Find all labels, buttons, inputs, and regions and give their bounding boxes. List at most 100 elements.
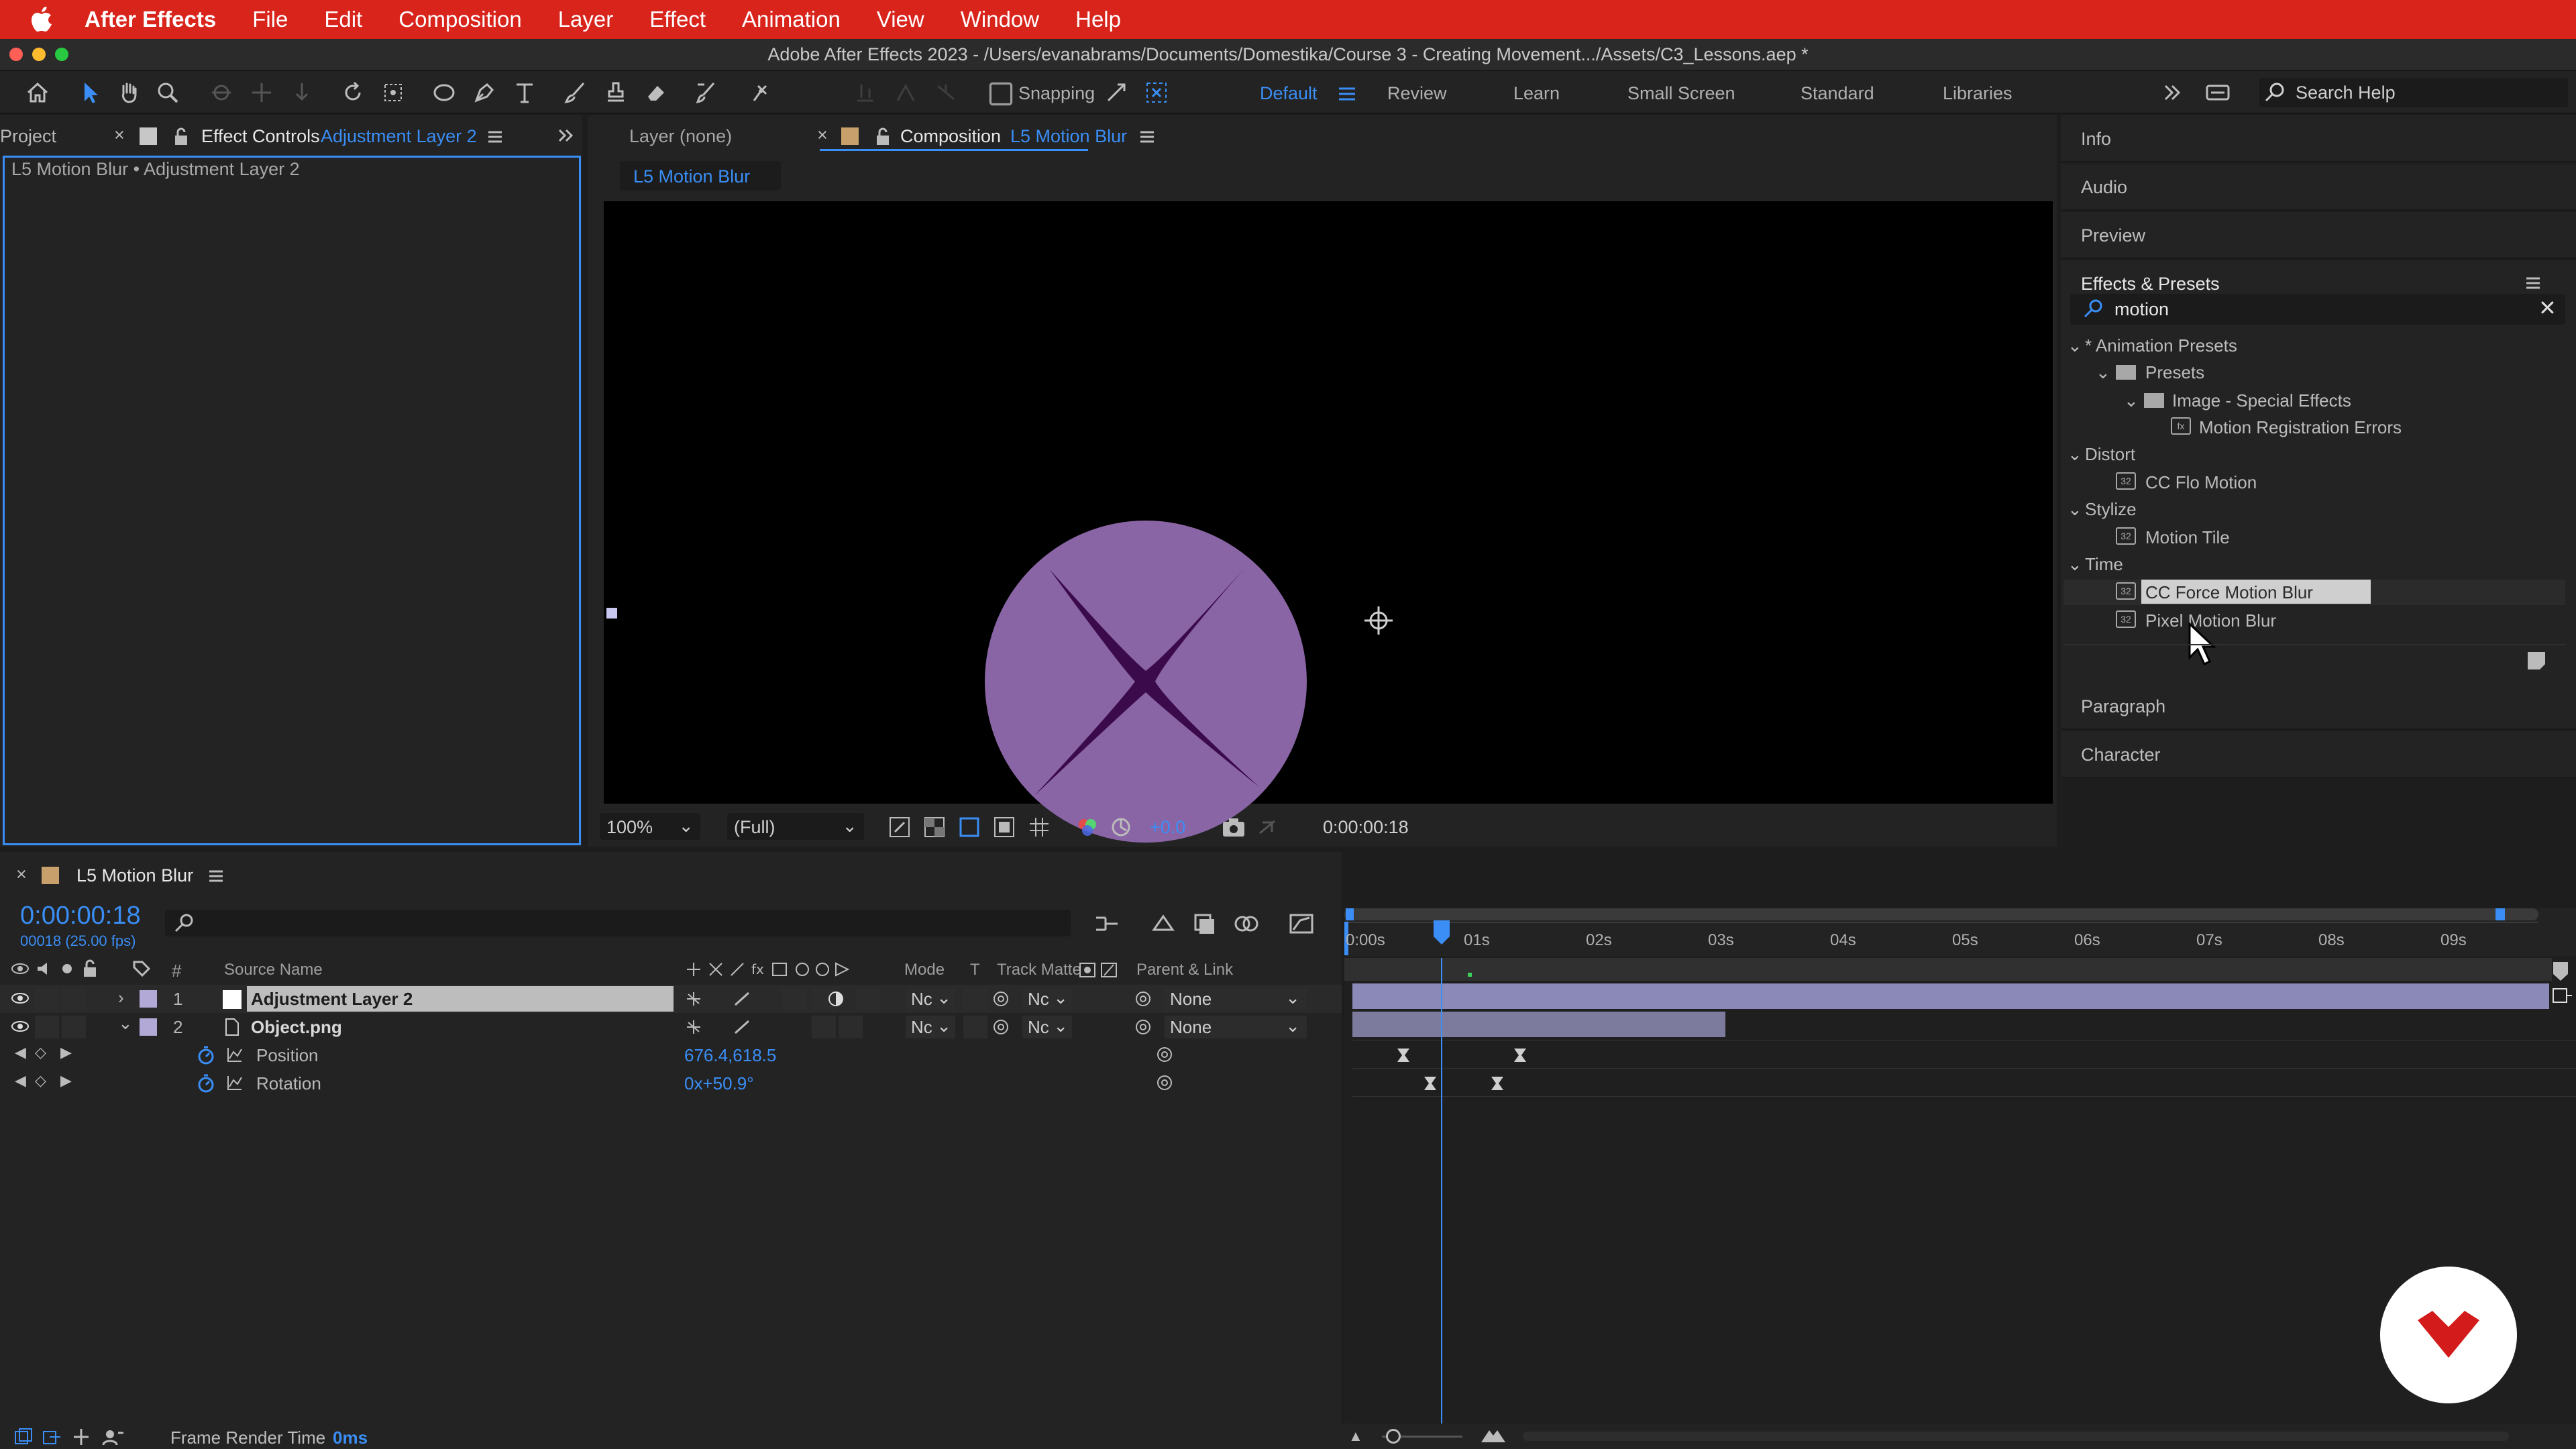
layer-bar-adjustment-layer-2[interactable] (1352, 983, 2549, 1009)
tree-stylize[interactable]: Stylize (2085, 499, 2137, 520)
dolly-camera-icon[interactable] (288, 79, 315, 106)
switch-cell[interactable] (782, 987, 806, 1010)
pan-camera-icon[interactable] (248, 79, 275, 106)
time-ruler[interactable]: 0:00s 01s 02s 03s 04s 05s 06s 07s 08s 09… (1344, 908, 2576, 957)
render-time-toggle-icon[interactable] (102, 1428, 125, 1449)
current-time-display[interactable]: 0:00:00:18 (1316, 813, 1424, 840)
timeline-graph-area[interactable] (1344, 958, 2576, 1424)
property-row-position[interactable]: ◀ ◇ ▶ Position 676.4,618.5 (0, 1041, 1342, 1069)
tree-time[interactable]: Time (2085, 554, 2123, 575)
timeline-search-input[interactable] (165, 910, 1071, 936)
current-time-indicator[interactable]: 0:00:00:18 (20, 902, 141, 930)
audio-switch[interactable] (35, 987, 59, 1010)
prev-keyframe-icon[interactable]: ◀ (15, 1044, 26, 1061)
blend-mode-dropdown[interactable]: Nc ⌄ (906, 1016, 955, 1038)
tab-timeline-comp[interactable]: L5 Motion Blur (76, 865, 193, 886)
chevron-down-icon[interactable]: ⌄ (2068, 499, 2082, 520)
chevron-down-icon[interactable]: ⌄ (2068, 554, 2082, 575)
eye-icon[interactable] (11, 1018, 30, 1039)
comp-navigator-tab[interactable]: L5 Motion Blur (620, 161, 781, 191)
effect-controls-layer-name[interactable]: Adjustment Layer 2 (321, 126, 477, 147)
property-row-rotation[interactable]: ◀ ◇ ▶ Rotation 0x+50.9° (0, 1069, 1342, 1097)
audio-panel-header[interactable]: Audio (2061, 164, 2576, 211)
track-matte-pickwhip-icon[interactable] (991, 990, 1010, 1012)
preview-panel-header[interactable]: Preview (2061, 212, 2576, 259)
menu-effect[interactable]: Effect (649, 7, 706, 32)
expression-pickwhip-icon[interactable] (1155, 1045, 1174, 1069)
new-folder-icon[interactable] (2525, 649, 2548, 677)
layer-name[interactable]: Object.png (251, 1017, 342, 1038)
preserve-transparency-switch[interactable] (963, 987, 987, 1010)
in-out-toggle-icon[interactable] (71, 1428, 91, 1449)
effects-presets-title[interactable]: Effects & Presets (2081, 274, 2220, 294)
source-name-header[interactable]: Source Name (224, 961, 323, 979)
fast-previews-icon[interactable] (888, 816, 911, 843)
tree-motion-registration-errors[interactable]: Motion Registration Errors (2199, 417, 2402, 438)
transparency-grid-icon[interactable] (923, 816, 946, 843)
composition-mini-flowchart-icon[interactable] (1093, 912, 1120, 940)
solo-switch[interactable] (62, 1016, 86, 1038)
menu-animation[interactable]: Animation (742, 7, 841, 32)
workspace-review[interactable]: Review (1387, 83, 1447, 104)
menu-window[interactable]: Window (961, 7, 1039, 32)
object-graphic[interactable] (983, 519, 1308, 844)
adjustment-switch[interactable] (839, 1016, 863, 1038)
shy-switch-icon[interactable] (684, 990, 703, 1012)
parent-pickwhip-icon[interactable] (1134, 1018, 1152, 1040)
panel-menu-icon[interactable] (1138, 127, 1157, 151)
graph-editor-icon[interactable] (1288, 912, 1315, 940)
tree-image-special-effects[interactable]: Image - Special Effects (2172, 390, 2351, 411)
tab-composition[interactable]: Composition (900, 126, 1001, 147)
tree-cc-flo-motion[interactable]: CC Flo Motion (2145, 472, 2257, 493)
close-tab-icon[interactable]: × (817, 125, 828, 146)
snap-options-icon[interactable] (1103, 79, 1130, 106)
tab-effect-controls[interactable]: Effect Controls (201, 126, 320, 147)
3d-layer-switch[interactable] (856, 987, 880, 1010)
composition-viewer[interactable] (604, 201, 2053, 843)
brush-tool-icon[interactable] (562, 79, 589, 106)
snapping-label[interactable]: Snapping (1018, 83, 1095, 104)
puppet-tool-icon[interactable] (746, 79, 773, 106)
resolution-dropdown[interactable]: (Full) ⌄ (727, 813, 864, 840)
chevron-down-icon[interactable]: ⌄ (2068, 444, 2082, 465)
color-channels-icon[interactable] (1076, 816, 1099, 843)
clone-stamp-tool-icon[interactable] (602, 79, 629, 106)
anchor-point-tool-icon[interactable] (380, 79, 407, 106)
chevron-down-icon[interactable]: ⌄ (2068, 335, 2082, 356)
work-area-start-handle[interactable] (1346, 908, 1354, 920)
rotate-tool-icon[interactable] (339, 79, 366, 106)
pen-tool-icon[interactable] (471, 79, 498, 106)
grid-guide-options-icon[interactable] (1028, 816, 1051, 843)
quality-switch-icon[interactable] (733, 1018, 751, 1040)
orbit-camera-icon[interactable] (208, 79, 235, 106)
anchor-point-icon[interactable] (1362, 604, 1395, 637)
stopwatch-icon[interactable] (196, 1045, 216, 1070)
snapping-checkbox[interactable] (987, 80, 1013, 106)
keyboard-shortcut-icon[interactable] (2204, 79, 2231, 106)
chevron-down-icon[interactable]: ⌄ (2124, 390, 2139, 411)
tree-motion-tile[interactable]: Motion Tile (2145, 527, 2230, 548)
magnification-dropdown[interactable]: 100% ⌄ (600, 813, 700, 840)
close-tab-icon[interactable]: × (16, 864, 27, 885)
track-matte-dropdown[interactable]: Nc ⌄ (1022, 1016, 1072, 1038)
workspace-default[interactable]: Default (1260, 83, 1318, 104)
eye-icon[interactable] (11, 990, 30, 1011)
workspace-overflow-icon[interactable] (2159, 79, 2186, 106)
playhead-handle[interactable] (1432, 919, 1452, 946)
add-keyframe-icon[interactable]: ◇ (35, 1044, 46, 1061)
workspace-small-screen[interactable]: Small Screen (1627, 83, 1735, 104)
blend-mode-dropdown[interactable]: Nc ⌄ (906, 987, 955, 1010)
parent-pickwhip-icon[interactable] (1134, 990, 1152, 1012)
roto-brush-tool-icon[interactable] (694, 79, 720, 106)
tab-project[interactable]: Project (0, 126, 56, 147)
rotation-value[interactable]: 0x+50.9° (684, 1073, 754, 1094)
draft-3d-icon[interactable] (1150, 912, 1177, 940)
tab-layer[interactable]: Layer (none) (629, 126, 732, 147)
chevron-down-icon[interactable]: ⌄ (118, 1013, 133, 1034)
expression-pickwhip-icon[interactable] (1155, 1073, 1174, 1097)
add-keyframe-icon[interactable]: ◇ (35, 1072, 46, 1089)
panel-menu-icon[interactable] (486, 127, 504, 151)
menu-edit[interactable]: Edit (324, 7, 362, 32)
search-help-field[interactable]: Search Help (2259, 78, 2568, 107)
parent-dropdown[interactable]: None ⌄ (1165, 987, 1307, 1010)
